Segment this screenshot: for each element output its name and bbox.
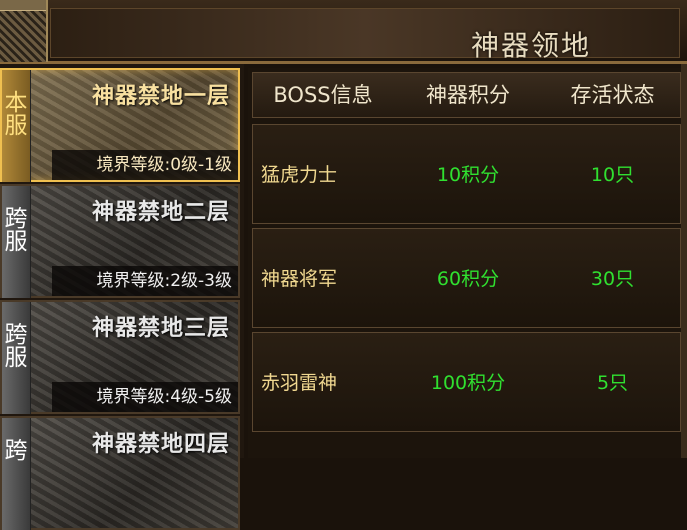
table-row: 猛虎力士 10积分 10只 <box>252 124 681 224</box>
server-label: 本服 <box>0 90 26 136</box>
boss-status: 5只 <box>596 372 629 394</box>
server-tab: 跨 <box>0 418 31 530</box>
floor-name: 神器禁地四层 <box>91 431 230 457</box>
header-status: 存活状态 <box>570 83 655 107</box>
table-row: 赤羽雷神 100积分 5只 <box>252 332 681 432</box>
server-tab: 跨服 <box>0 186 31 298</box>
table-row: 神器将军 60积分 30只 <box>252 228 681 328</box>
title-panel: 神器领地 <box>50 8 680 62</box>
boss-name: 神器将军 <box>261 268 338 290</box>
floor-name: 神器禁地一层 <box>91 83 230 109</box>
level-requirement: 境界等级:4级-5级 <box>52 382 238 412</box>
floor-item-4[interactable]: 跨 神器禁地四层 <box>0 416 240 530</box>
floor-item-2[interactable]: 跨服 神器禁地二层 境界等级:2级-3级 <box>0 184 240 298</box>
server-tab: 本服 <box>0 70 31 182</box>
corner-ornament-top <box>0 0 46 11</box>
server-tab: 跨服 <box>0 302 31 414</box>
boss-status: 30只 <box>590 268 635 290</box>
frame-edge <box>681 64 687 458</box>
server-label: 跨服 <box>0 322 26 368</box>
boss-table: BOSS信息 神器积分 存活状态 猛虎力士 10积分 10只 神器将军 60积分… <box>248 68 687 458</box>
boss-name: 猛虎力士 <box>261 164 338 186</box>
boss-points: 10积分 <box>436 164 500 186</box>
header-boss-info: BOSS信息 <box>273 83 373 107</box>
title-bar: 神器领地 <box>0 0 687 64</box>
floor-name: 神器禁地二层 <box>91 199 230 225</box>
boss-points: 100积分 <box>430 372 506 394</box>
level-requirement: 境界等级:2级-3级 <box>52 266 238 296</box>
corner-ornament <box>0 0 48 62</box>
floor-item-1[interactable]: 本服 神器禁地一层 境界等级:0级-1级 <box>0 68 240 182</box>
floor-name: 神器禁地三层 <box>91 315 230 341</box>
floor-list: 本服 神器禁地一层 境界等级:0级-1级 跨服 神器禁地二层 境界等级:2级-3… <box>0 64 244 530</box>
header-points: 神器积分 <box>426 83 510 107</box>
boss-points: 60积分 <box>436 268 500 290</box>
floor-item-3[interactable]: 跨服 神器禁地三层 境界等级:4级-5级 <box>0 300 240 414</box>
table-header: BOSS信息 神器积分 存活状态 <box>252 72 681 118</box>
boss-status: 10只 <box>590 164 635 186</box>
level-requirement: 境界等级:0级-1级 <box>52 150 238 180</box>
page-title: 神器领地 <box>470 29 591 62</box>
server-label: 跨服 <box>0 206 26 252</box>
boss-name: 赤羽雷神 <box>261 372 338 394</box>
